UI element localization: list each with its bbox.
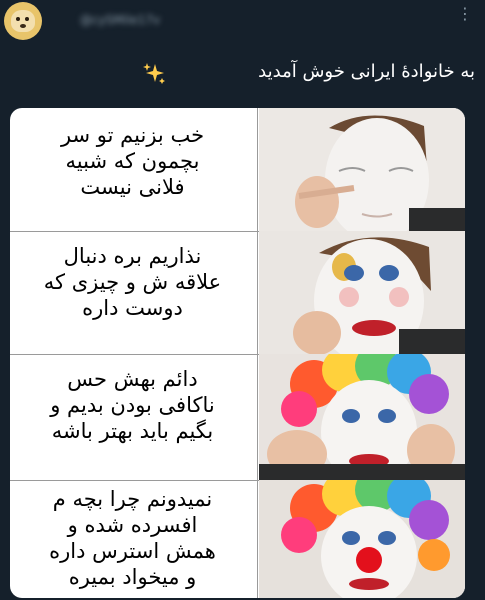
avatar[interactable] xyxy=(4,2,42,40)
panel-caption: نذاریم بره دنبال علاقه ش و چیزی که دوست … xyxy=(10,231,258,354)
avatar-eye-right xyxy=(25,17,29,21)
more-icon[interactable]: ⋮ xyxy=(455,4,475,24)
caption-line: علاقه ش و چیزی که xyxy=(43,270,222,294)
tweet-header: @cySMile17v ⋮ xyxy=(0,0,485,50)
sparkles-icon xyxy=(143,63,165,84)
meme-panel-3: دائم بهش حس ناکافی بودن بدیم و بگیم باید… xyxy=(10,354,465,481)
caption-line: بچمون که شبیه xyxy=(65,149,200,173)
meme-panel-2: نذاریم بره دنبال علاقه ش و چیزی که دوست … xyxy=(10,231,465,355)
caption-line: همش استرس داره xyxy=(49,539,216,563)
tweet-text: به خانوادهٔ ایرانی خوش آمدید xyxy=(258,61,475,82)
clown-photo-4 xyxy=(259,480,465,598)
clown-photo-3 xyxy=(259,354,465,480)
clown-photo-1 xyxy=(259,108,465,231)
caption-line: ناکافی بودن بدیم و xyxy=(50,393,215,417)
avatar-eye-left xyxy=(16,17,20,21)
caption-line: نذاریم بره دنبال xyxy=(63,244,202,268)
caption-line: بگیم باید بهتر باشه xyxy=(51,419,214,443)
panel-caption: دائم بهش حس ناکافی بودن بدیم و بگیم باید… xyxy=(10,354,258,480)
doge-face xyxy=(11,10,35,32)
panel-caption: نمیدونم چرا بچه م افسرده شده و همش استرس… xyxy=(10,480,258,598)
clown-photo-2 xyxy=(259,231,465,354)
user-handle[interactable]: @cySMile17v xyxy=(80,13,200,27)
panel-caption: خب بزنیم تو سر بچمون که شبیه فلانی نیست xyxy=(10,108,258,231)
caption-line: فلانی نیست xyxy=(80,175,185,199)
meme-panel-4: نمیدونم چرا بچه م افسرده شده و همش استرس… xyxy=(10,480,465,598)
avatar-nose xyxy=(20,24,26,28)
meme-image[interactable]: خب بزنیم تو سر بچمون که شبیه فلانی نیست … xyxy=(10,108,465,598)
caption-line: نمیدونم چرا بچه م xyxy=(52,487,213,511)
caption-line: دائم بهش حس xyxy=(67,367,198,391)
caption-line: دوست داره xyxy=(82,296,183,320)
meme-panel-1: خب بزنیم تو سر بچمون که شبیه فلانی نیست xyxy=(10,108,465,232)
caption-line: افسرده شده و xyxy=(67,513,198,537)
caption-line: و میخواد بمیره xyxy=(68,565,197,589)
caption-line: خب بزنیم تو سر xyxy=(60,123,205,147)
